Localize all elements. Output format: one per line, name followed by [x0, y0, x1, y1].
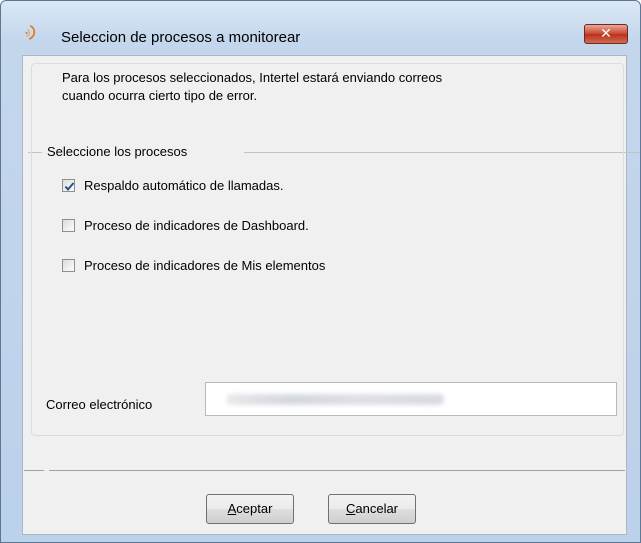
description-line-2: cuando ocurra cierto tipo de error. — [62, 88, 258, 103]
close-button[interactable]: ✕ — [584, 24, 628, 44]
checkbox-row-dashboard[interactable]: Proceso de indicadores de Dashboard. — [62, 217, 309, 233]
close-icon: ✕ — [600, 26, 612, 42]
accept-button[interactable]: Aceptar — [206, 494, 294, 524]
email-value-redacted — [226, 394, 444, 405]
separator-right — [49, 470, 625, 471]
window-title: Seleccion de procesos a monitorear — [61, 29, 301, 46]
dialog-client-area — [22, 55, 627, 535]
checkbox-respaldo[interactable] — [62, 178, 75, 192]
checkbox-mis-elementos[interactable] — [62, 258, 75, 272]
checkbox-row-mis-elementos[interactable]: Proceso de indicadores de Mis elementos — [62, 257, 325, 273]
cancel-mnemonic: C — [345, 501, 356, 516]
checkmark-icon — [64, 181, 75, 191]
checkbox-label-dashboard: Proceso de indicadores de Dashboard. — [84, 217, 309, 233]
checkbox-label-respaldo: Respaldo automático de llamadas. — [84, 177, 284, 193]
email-label: Correo electrónico — [46, 397, 153, 412]
accept-mnemonic: A — [227, 501, 237, 516]
group-border-right — [244, 152, 640, 153]
description-text: Para los procesos seleccionados, Interte… — [62, 69, 442, 105]
accept-label: ceptar — [236, 501, 273, 516]
description-line-1: Para los procesos seleccionados, Interte… — [62, 70, 443, 85]
group-label: Seleccione los procesos — [45, 144, 190, 159]
email-field[interactable] — [205, 382, 617, 416]
title-bar[interactable]: Seleccion de procesos a monitorear ✕ — [1, 1, 640, 46]
app-logo-icon — [25, 25, 36, 41]
group-border-left — [28, 152, 42, 153]
cancel-button[interactable]: Cancelar — [328, 494, 416, 524]
separator-left — [24, 470, 44, 471]
cancel-label: ancelar — [355, 501, 399, 516]
checkbox-row-respaldo[interactable]: Respaldo automático de llamadas. — [62, 177, 283, 193]
checkbox-label-mis-elementos: Proceso de indicadores de Mis elementos — [84, 257, 326, 273]
checkbox-dashboard[interactable] — [62, 218, 75, 232]
